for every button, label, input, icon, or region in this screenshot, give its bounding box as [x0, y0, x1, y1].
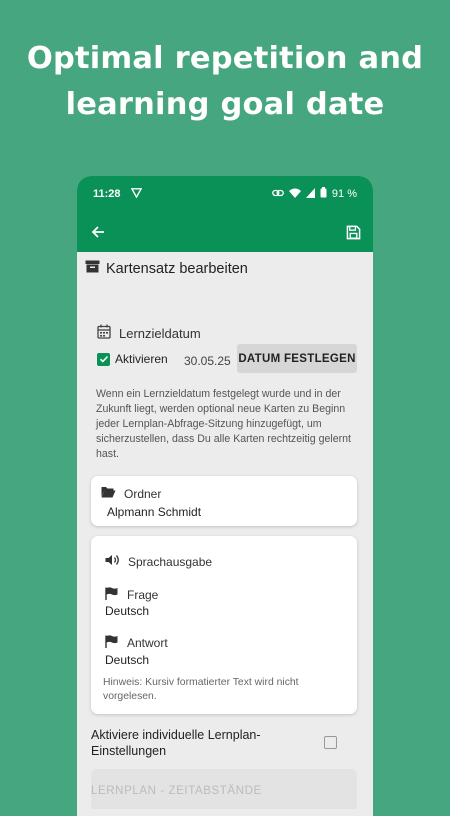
- goal-date-label: Lernzieldatum: [97, 324, 201, 342]
- plan-intervals-label: LERNPLAN - ZEITABSTÄNDE: [91, 785, 262, 797]
- activate-label: Aktivieren: [115, 352, 168, 366]
- answer-label[interactable]: Antwort: [105, 635, 168, 651]
- battery-icon: [320, 187, 327, 201]
- flag-icon: [105, 635, 119, 651]
- folder-label-text: Ordner: [124, 486, 162, 501]
- calendar-icon: [97, 324, 111, 342]
- individual-settings-label: Aktiviere individuelle Lernplan-Einstell…: [91, 728, 261, 758]
- headline-line-1: Optimal repetition and: [26, 41, 424, 76]
- question-label-text: Frage: [127, 588, 159, 602]
- speech-hint: Hinweis: Kursiv formatierter Text wird n…: [103, 677, 299, 702]
- back-arrow-icon[interactable]: [91, 225, 105, 239]
- screen-title: Kartensatz bearbeiten: [85, 260, 248, 277]
- headline-line-2: learning goal date: [65, 87, 385, 122]
- set-date-button[interactable]: DATUM FESTLEGEN: [237, 344, 357, 373]
- plan-intervals-section: LERNPLAN - ZEITABSTÄNDE: [91, 769, 357, 809]
- shield-icon: [130, 187, 142, 201]
- question-language-value[interactable]: Deutsch: [105, 604, 149, 618]
- app-bar: [77, 212, 373, 252]
- checkbox-checked-icon[interactable]: [97, 352, 110, 366]
- speech-output-card: Sprachausgabe Frage Deutsch Antwort Deut…: [91, 536, 357, 714]
- goal-date-label-text: Lernzieldatum: [119, 325, 201, 341]
- signal-icon: [305, 187, 315, 201]
- screen-title-text: Kartensatz bearbeiten: [106, 260, 248, 277]
- speaker-icon: [105, 554, 120, 569]
- promo-headline: Optimal repetition and learning goal dat…: [0, 36, 450, 128]
- folder-card[interactable]: Ordner Alpmann Schmidt: [91, 476, 357, 526]
- folder-value: Alpmann Schmidt: [107, 505, 202, 519]
- answer-label-text: Antwort: [127, 636, 168, 650]
- status-bar: 11:28 91 %: [77, 176, 373, 212]
- link-icon: [272, 188, 284, 200]
- speech-output-label: Sprachausgabe: [105, 554, 212, 569]
- goal-description: Wenn ein Lernzieldatum festgelegt wurde …: [96, 388, 351, 460]
- archive-box-icon: [85, 260, 100, 277]
- folder-label: Ordner: [101, 486, 161, 501]
- individual-settings-checkbox[interactable]: [324, 736, 337, 749]
- goal-date-value: 30.05.25: [184, 354, 231, 368]
- activate-checkbox[interactable]: Aktivieren: [97, 352, 168, 366]
- status-time: 11:28: [93, 188, 121, 200]
- wifi-icon: [288, 188, 301, 201]
- flag-icon: [105, 587, 119, 603]
- folder-open-icon: [101, 486, 116, 501]
- save-icon[interactable]: [346, 225, 361, 240]
- phone-screen: 11:28 91 % Kartensatz bearbeiten Lernzie…: [77, 176, 373, 816]
- question-label[interactable]: Frage: [105, 587, 158, 603]
- speech-output-label-text: Sprachausgabe: [128, 554, 213, 569]
- answer-language-value[interactable]: Deutsch: [105, 653, 149, 667]
- battery-percent: 91 %: [331, 188, 357, 200]
